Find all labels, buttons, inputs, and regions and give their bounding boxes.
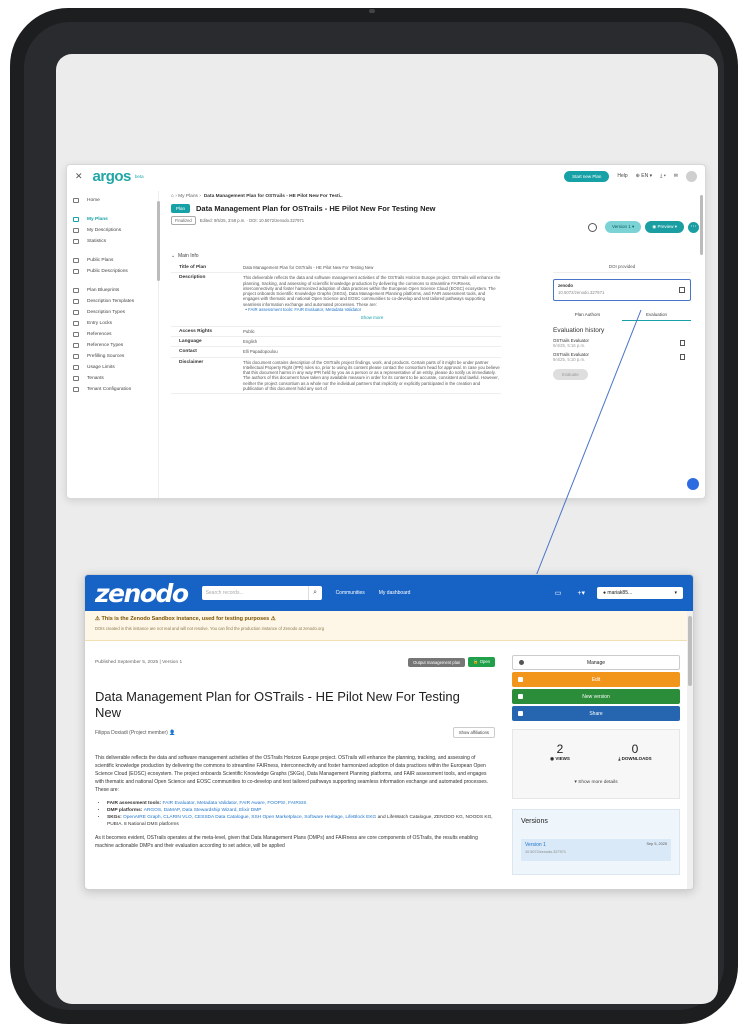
tools-list: FAIR assessment tools: FAIR Evaluator, M… xyxy=(95,800,495,828)
version-item[interactable]: Version 1 10.5072/zenodo.327971 Sep 5, 2… xyxy=(521,839,671,861)
tablet-frame: ✕ argos beta Start new Plan Help ⊕ EN ▾ … xyxy=(10,8,738,1024)
record-description: This deliverable reflects the data and s… xyxy=(95,755,489,793)
zenodo-logo[interactable]: zenodo xyxy=(95,579,189,608)
search-icon[interactable]: ⌕ xyxy=(307,586,322,600)
record-description-continued: As it becomes evident, OSTrails operates… xyxy=(95,835,478,849)
creator-name[interactable]: Filippa Doxiadi (Project member) 👤 xyxy=(95,730,175,736)
tablet-screen: ✕ argos beta Start new Plan Help ⊕ EN ▾ … xyxy=(56,54,718,1004)
resource-type-badge: Output management plan xyxy=(408,657,466,667)
nav-communities[interactable]: Communities xyxy=(336,590,365,596)
downloads-stat: 0 ⤓ DOWNLOADS xyxy=(618,742,652,761)
sandbox-banner: ⚠ This is the Zenodo Sandbox instance, u… xyxy=(85,611,693,641)
zenodo-header: zenodo Search records... ⌕ Communities M… xyxy=(85,575,693,611)
list-item: SKGs: OpenAIRE Graph, CLARIN VLO, CESSDA… xyxy=(107,814,495,828)
versions-panel: Versions Version 1 10.5072/zenodo.327971… xyxy=(512,809,680,875)
versions-title: Versions xyxy=(521,818,548,825)
list-item: FAIR assessment tools: FAIR Evaluator, M… xyxy=(107,800,495,807)
published-info: Published September 5, 2025 | Version 1 xyxy=(95,659,183,665)
record-sidebar: Manage Edit New version Share 2 ◉ VIEWS … xyxy=(512,655,680,875)
record-title: Data Management Plan for OSTrails - HE P… xyxy=(95,689,460,720)
plus-icon[interactable]: +▾ xyxy=(577,589,585,597)
download-icon: ⤓ xyxy=(618,756,621,761)
edit-button[interactable]: Edit xyxy=(512,672,680,687)
show-more-details-link[interactable]: ▾ Show more details xyxy=(513,780,679,785)
nav-my-dashboard[interactable]: My dashboard xyxy=(379,590,411,596)
share-button[interactable]: Share xyxy=(512,706,680,721)
zenodo-scrollbar[interactable] xyxy=(687,611,693,889)
user-menu[interactable]: ● mariak85... ▾ xyxy=(597,587,683,599)
warning-icon: ⚠ xyxy=(270,616,276,622)
zenodo-window: zenodo Search records... ⌕ Communities M… xyxy=(84,574,694,890)
stats-box: 2 ◉ VIEWS 0 ⤓ DOWNLOADS ▾ Show more deta… xyxy=(512,729,680,799)
person-icon: 👤 xyxy=(169,729,176,736)
views-stat: 2 ◉ VIEWS xyxy=(550,742,570,761)
warning-icon: ⚠ xyxy=(95,616,100,622)
eye-icon: ◉ xyxy=(550,756,555,761)
list-item: DMP platforms: ARGOS, DaMAP, Data Stewar… xyxy=(107,807,495,814)
show-affiliations-button[interactable]: Show affiliations xyxy=(452,727,495,738)
manage-button[interactable]: Manage xyxy=(512,655,680,670)
camera xyxy=(369,9,375,13)
search-input[interactable]: Search records... ⌕ xyxy=(201,586,322,600)
new-version-button[interactable]: New version xyxy=(512,689,680,704)
inbox-icon[interactable]: ▭ xyxy=(555,589,562,597)
access-badge: 🔓 Open xyxy=(468,657,495,667)
record-detail: Published September 5, 2025 | Version 1 … xyxy=(85,645,505,889)
